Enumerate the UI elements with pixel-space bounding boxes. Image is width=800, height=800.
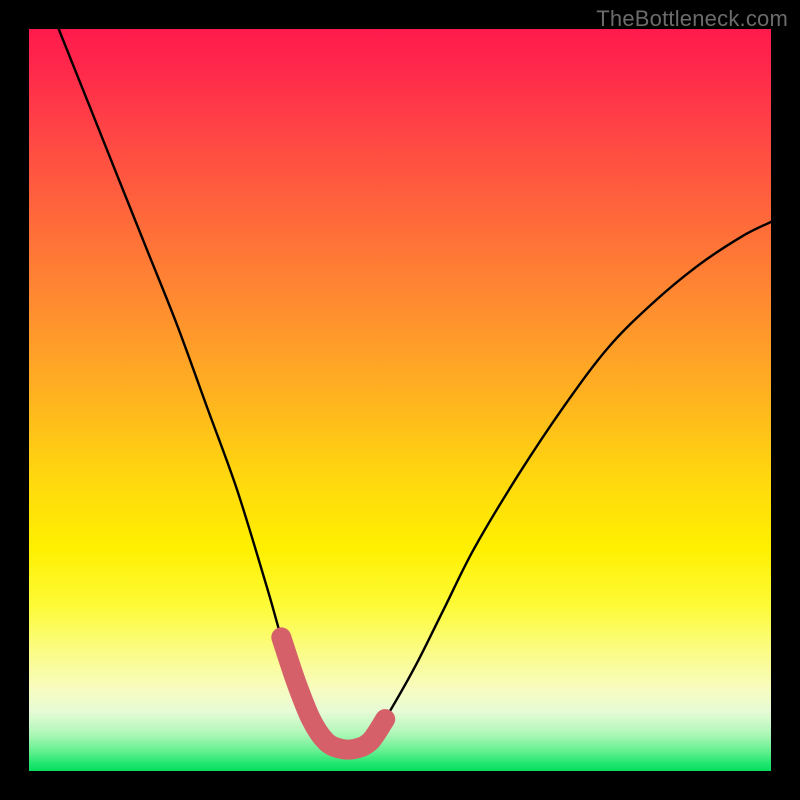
chart-frame: TheBottleneck.com [0, 0, 800, 800]
chart-plot-area [29, 29, 771, 771]
watermark-text: TheBottleneck.com [596, 6, 788, 32]
bottleneck-curve [59, 29, 771, 750]
optimal-band [281, 637, 385, 749]
chart-svg [29, 29, 771, 771]
